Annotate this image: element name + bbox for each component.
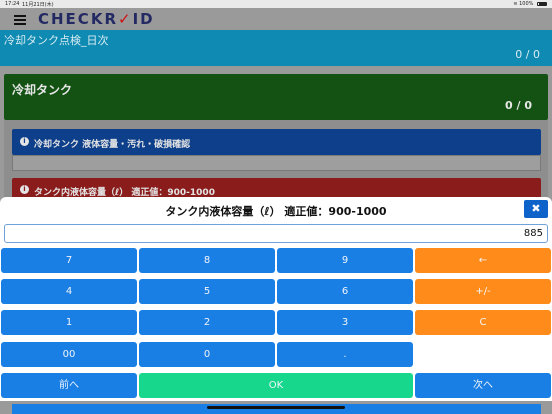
check-item-label: 冷却タンク 液体容量・汚れ・破損確認 <box>34 140 191 150</box>
key-00[interactable]: 00 <box>1 342 137 367</box>
close-button[interactable]: ✖ <box>524 200 548 218</box>
key-7[interactable]: 7 <box>1 248 137 273</box>
check-item-tank-condition[interactable]: i 冷却タンク 液体容量・汚れ・破損確認 <box>12 129 541 155</box>
status-right: ≋ 100% <box>513 1 547 7</box>
wifi-icon: ≋ <box>513 1 518 7</box>
key-4[interactable]: 4 <box>1 279 137 304</box>
section-progress-count: 0 / 0 <box>505 99 532 112</box>
status-time: 17:24 <box>5 1 20 7</box>
clear-button[interactable]: C <box>415 310 551 335</box>
key-2[interactable]: 2 <box>139 310 275 335</box>
key-8[interactable]: 8 <box>139 248 275 273</box>
page-progress-count: 0 / 0 <box>515 48 540 61</box>
info-icon: i <box>20 185 29 194</box>
key-decimal[interactable]: . <box>277 342 413 367</box>
ok-button[interactable]: OK <box>139 373 413 398</box>
battery-icon <box>537 1 547 6</box>
key-9[interactable]: 9 <box>277 248 413 273</box>
sign-toggle-button[interactable]: +/- <box>415 279 551 304</box>
backspace-button[interactable]: ← <box>415 248 551 273</box>
key-1[interactable]: 1 <box>1 310 137 335</box>
key-5[interactable]: 5 <box>139 279 275 304</box>
key-3[interactable]: 3 <box>277 310 413 335</box>
check-item-input[interactable] <box>12 155 541 171</box>
status-bar: 17:24 11月21日(木) ≋ 100% <box>0 0 552 8</box>
key-0[interactable]: 0 <box>139 342 275 367</box>
battery-percent: 100% <box>519 1 534 7</box>
arrow-left-icon: ← <box>478 255 488 266</box>
home-indicator <box>207 406 345 409</box>
key-6[interactable]: 6 <box>277 279 413 304</box>
menu-icon[interactable] <box>14 15 26 25</box>
section-header[interactable]: 冷却タンク 0 / 0 <box>4 74 548 120</box>
status-date: 11月21日(木) <box>22 2 54 8</box>
page-title: 冷却タンク点検_日次 <box>4 34 109 47</box>
info-icon: i <box>20 137 29 146</box>
page-title-bar: 冷却タンク点検_日次 0 / 0 <box>0 30 552 66</box>
dialog-title: タンク内液体容量（ℓ） 適正値：900-1000 <box>165 205 387 218</box>
app-header: CHECKR✓ID <box>0 8 552 30</box>
section-title: 冷却タンク <box>12 83 73 97</box>
next-button[interactable]: 次へ <box>415 373 551 398</box>
previous-button[interactable]: 前へ <box>1 373 137 398</box>
app-logo: CHECKR✓ID <box>38 10 155 28</box>
value-input[interactable]: 885 <box>4 224 548 243</box>
